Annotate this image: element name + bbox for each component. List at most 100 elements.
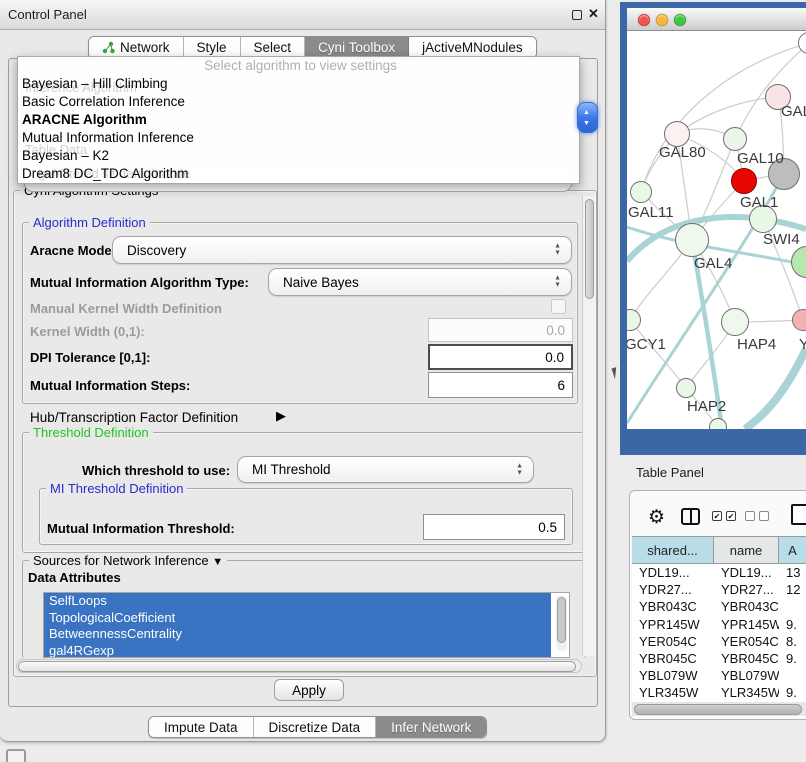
document-icon[interactable] (791, 504, 806, 525)
aracne-mode-combobox[interactable]: Discovery ▲▼ (112, 236, 572, 264)
table-row[interactable]: YBL079WYBL079W (632, 667, 806, 684)
data-attributes-list: SelfLoops TopologicalCoefficient Between… (43, 592, 570, 658)
node-label-gal4: GAL4 (694, 255, 732, 272)
unchecked-checkbox-icon[interactable] (759, 511, 769, 521)
table-horizontal-scrollbar[interactable] (632, 702, 806, 716)
network-icon (102, 41, 115, 54)
sources-title[interactable]: Sources for Network Inference ▼ (29, 553, 227, 568)
field-value: 6 (557, 378, 565, 393)
screen: Control Panel ✕ Network Style Select Cyn… (0, 0, 806, 762)
table-row[interactable]: YBR043CYBR043C (632, 598, 806, 615)
popup-item-basic-correlation[interactable]: Basic Correlation Inference (18, 93, 579, 111)
table-row[interactable]: YPR145WYPR145W9. (632, 616, 806, 633)
table-row[interactable]: YBR045CYBR045C9. (632, 650, 806, 667)
mi-steps-label: Mutual Information Steps: (30, 378, 190, 393)
close-icon[interactable]: ✕ (588, 6, 599, 22)
tab-label: Network (120, 40, 170, 55)
popup-item-aracne[interactable]: ARACNE Algorithm (18, 111, 579, 129)
tab-style[interactable]: Style (184, 37, 241, 58)
table-cell: YBR045C (632, 651, 714, 666)
table-row[interactable]: YDR27...YDR27...12 (632, 581, 806, 598)
float-window-icon[interactable] (572, 10, 582, 20)
column-header-third[interactable]: A (779, 537, 806, 563)
network-window-titlebar[interactable] (627, 8, 806, 31)
node-label-gal: GAL (781, 103, 806, 120)
tab-impute-data[interactable]: Impute Data (149, 717, 254, 737)
tab-jactivemnodules[interactable]: jActiveMNodules (409, 37, 536, 58)
network-canvas[interactable]: GAL GAL80 GAL10 GAL1 SWI4 GAL11 GAL4 GCY… (627, 31, 806, 429)
popup-item-bayesian-k2[interactable]: Bayesian – K2 (18, 147, 579, 165)
minimize-traffic-light-icon[interactable] (656, 14, 668, 26)
tab-network[interactable]: Network (89, 37, 184, 58)
table-cell: YDL19... (632, 565, 714, 580)
combo-value: Discovery (127, 243, 186, 258)
unchecked-checkbox-icon[interactable] (745, 511, 755, 521)
checked-checkbox-icon[interactable]: ✔ (726, 511, 736, 521)
network-node-gal11[interactable] (630, 181, 652, 203)
popup-prompt[interactable]: Select algorithm to view settings (18, 57, 579, 75)
table-cell: 9. (779, 685, 806, 700)
network-node-gal4[interactable] (675, 223, 709, 257)
tab-label: Style (197, 40, 227, 55)
mi-steps-input[interactable]: 6 (428, 372, 573, 398)
mi-algorithm-type-combobox[interactable]: Naive Bayes ▲▼ (268, 268, 572, 296)
popup-item-mutual-information[interactable]: Mutual Information Inference (18, 129, 579, 147)
apply-label: Apply (292, 683, 326, 698)
network-node-hap2[interactable] (676, 378, 696, 398)
network-node[interactable] (709, 418, 727, 429)
table-cell: YBL079W (714, 668, 779, 683)
network-node-gal10[interactable] (723, 127, 747, 151)
which-threshold-combobox[interactable]: MI Threshold ▲▼ (237, 456, 534, 483)
table-cell: YLR345W (632, 685, 714, 700)
list-item[interactable]: gal4RGexp (44, 643, 551, 659)
settings-vertical-scrollbar[interactable] (582, 196, 595, 656)
network-window-frame: GAL GAL80 GAL10 GAL1 SWI4 GAL11 GAL4 GCY… (620, 2, 806, 455)
tab-cyni-toolbox[interactable]: Cyni Toolbox (305, 37, 409, 58)
bottom-tabs: Impute Data Discretize Data Infer Networ… (148, 716, 487, 738)
table-row[interactable]: YLR345WYLR345W9. (632, 684, 806, 701)
apply-button[interactable]: Apply (274, 679, 344, 701)
tab-infer-network[interactable]: Infer Network (376, 717, 486, 737)
list-item[interactable]: SelfLoops (44, 593, 551, 610)
manual-kernel-width-checkbox[interactable] (551, 299, 566, 314)
table-cell: YBR043C (632, 599, 714, 614)
field-value: 0.5 (538, 520, 557, 535)
list-item[interactable]: TopologicalCoefficient (44, 610, 551, 627)
algorithm-combo-arrow-button[interactable]: ▲ ▼ (577, 102, 598, 133)
network-node-hap4[interactable] (721, 308, 749, 336)
gear-icon[interactable]: ⚙ (648, 506, 665, 529)
zoom-traffic-light-icon[interactable] (674, 14, 686, 26)
ghost-combo-value: gal-filtered sif default node (38, 166, 190, 181)
table-panel-title: Table Panel (636, 465, 704, 480)
table-row[interactable]: YDL19...YDL19...13 (632, 564, 806, 581)
collapsed-panel-icon[interactable] (6, 749, 26, 762)
hub-definition-label[interactable]: Hub/Transcription Factor Definition (30, 410, 238, 425)
close-traffic-light-icon[interactable] (638, 14, 650, 26)
column-header-shared-name[interactable]: shared... (632, 537, 714, 563)
column-header-name[interactable]: name (714, 537, 779, 563)
mi-type-label: Mutual Information Algorithm Type: (30, 275, 249, 290)
table-header-row: shared... name A (632, 537, 806, 564)
table-row[interactable]: YER054CYER054C8. (632, 633, 806, 650)
list-vertical-scrollbar[interactable] (556, 595, 567, 651)
tab-label: Impute Data (164, 720, 238, 735)
kernel-width-input[interactable]: 0.0 (428, 318, 573, 342)
tab-select[interactable]: Select (241, 37, 306, 58)
combo-arrows-icon: ▲▼ (554, 244, 561, 257)
node-table: shared... name A YDL19...YDL19...13YDR27… (632, 536, 806, 702)
network-node-gal1-red[interactable] (731, 168, 757, 194)
list-item[interactable]: BetweennessCentrality (44, 626, 551, 643)
dpi-tolerance-input[interactable]: 0.0 (428, 344, 573, 370)
dpi-tolerance-label: DPI Tolerance [0,1]: (30, 350, 150, 365)
ghost-table-data-label: Table Data (25, 142, 87, 157)
mi-threshold-input[interactable]: 0.5 (423, 514, 565, 540)
node-label-hap4: HAP4 (737, 336, 776, 353)
tab-label: Cyni Toolbox (318, 40, 395, 55)
checked-checkbox-icon[interactable]: ✔ (712, 511, 722, 521)
expand-arrow-icon[interactable]: ▶ (276, 408, 286, 424)
column-browser-icon[interactable] (681, 508, 700, 525)
settings-horizontal-scrollbar[interactable] (16, 659, 582, 673)
control-panel-titlebar: Control Panel ✕ (0, 0, 605, 30)
tab-discretize-data[interactable]: Discretize Data (254, 717, 377, 737)
panel-title: Control Panel (8, 7, 87, 22)
